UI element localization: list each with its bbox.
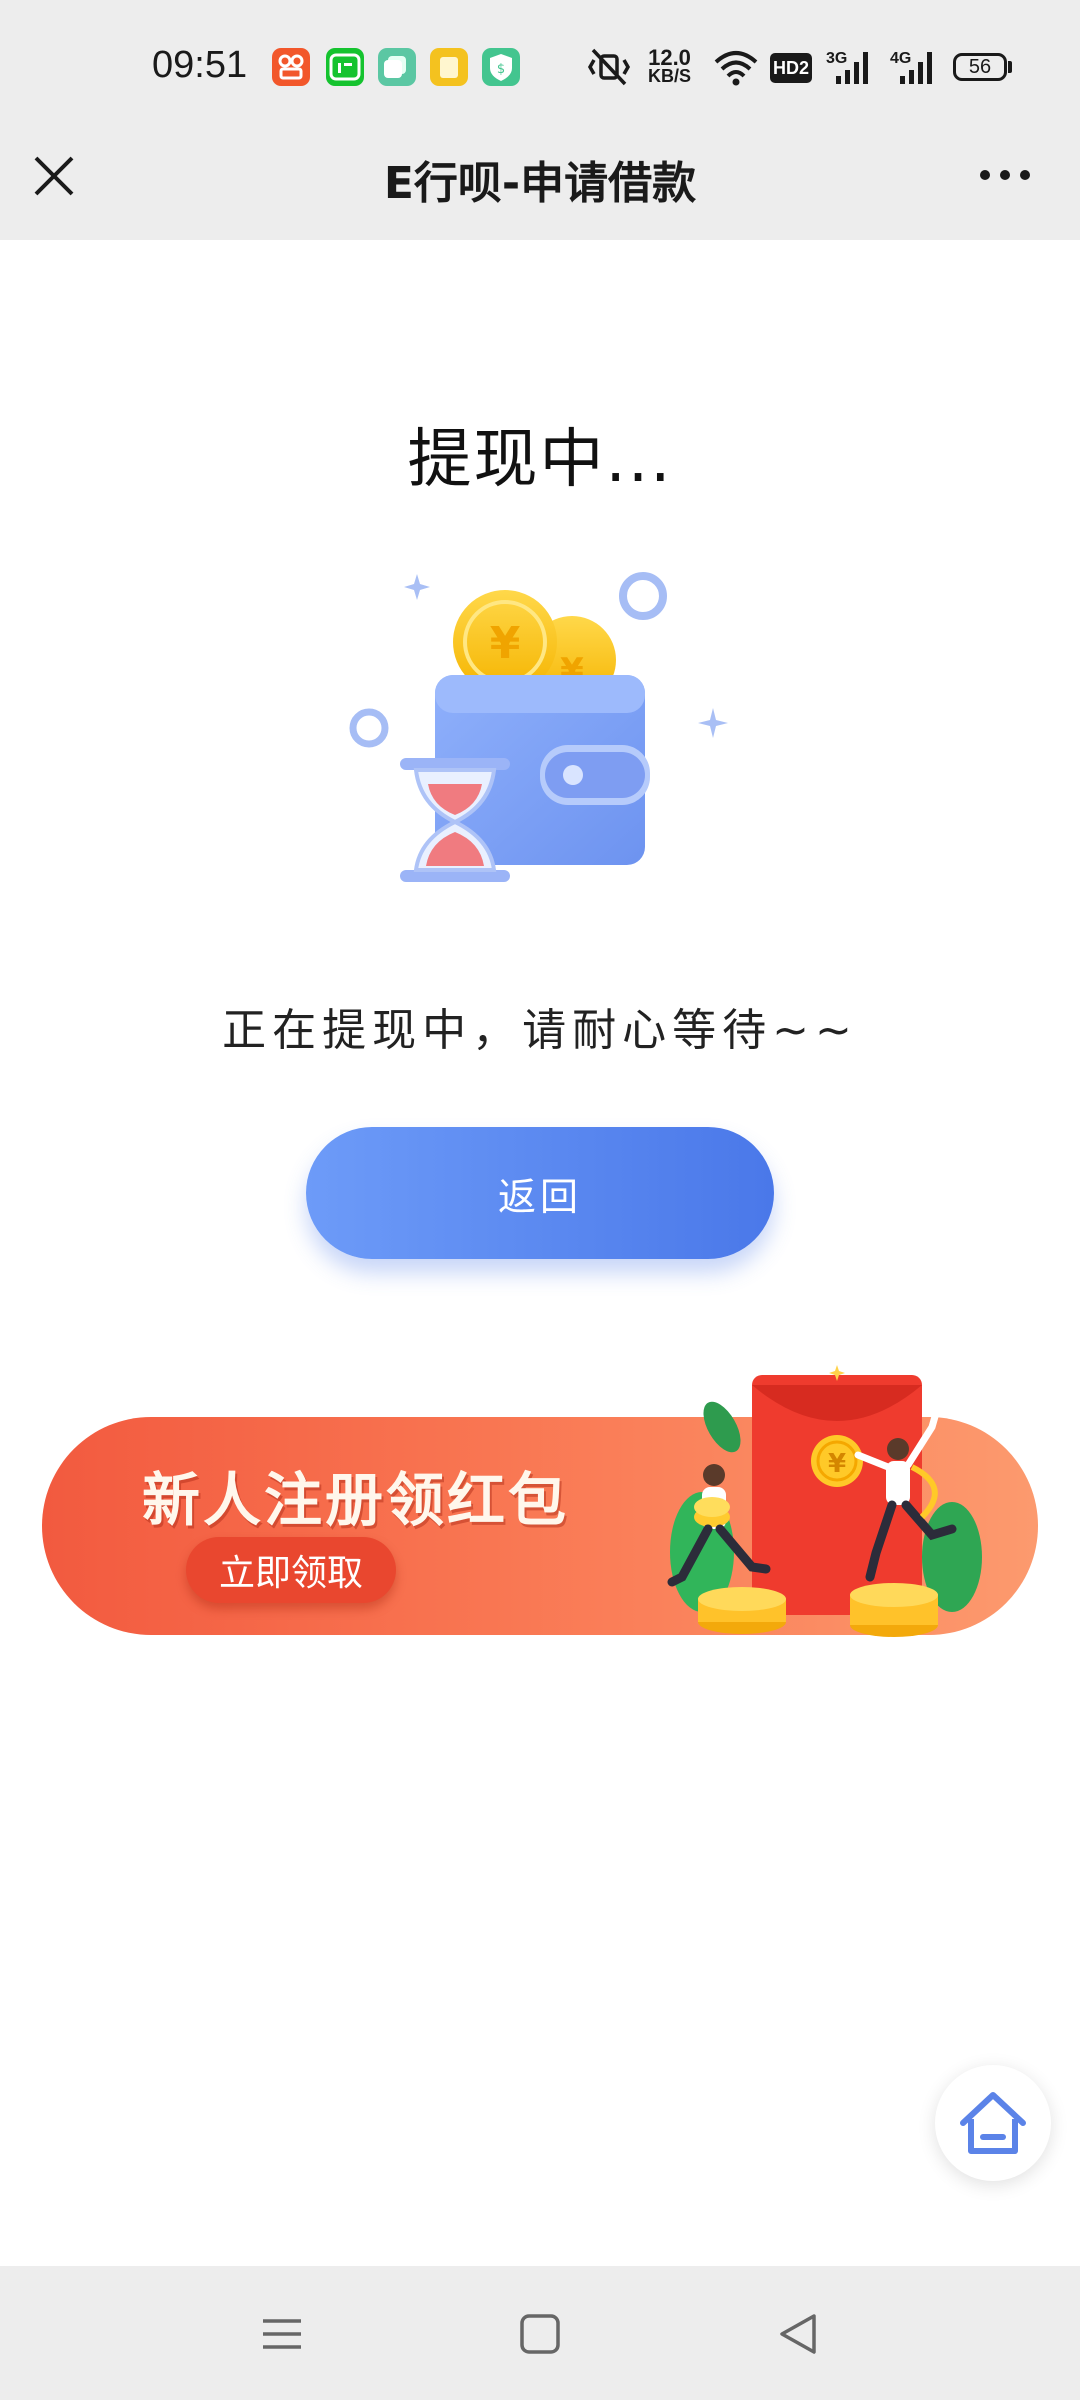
security-app-icon: $: [482, 48, 520, 86]
signal-icon-1: [836, 52, 868, 84]
claim-now-button[interactable]: 立即领取: [186, 1537, 396, 1603]
battery-icon: 56: [953, 53, 1007, 81]
battery-tip: [1008, 61, 1012, 73]
signal-icon-2: [900, 52, 932, 84]
back-button[interactable]: 返回: [306, 1127, 774, 1259]
hd-badge: HD2: [770, 53, 812, 83]
home-button[interactable]: [935, 2065, 1051, 2181]
notes-app-icon: [430, 48, 468, 86]
home-icon: [960, 2092, 1026, 2154]
status-time: 09:51: [152, 44, 248, 86]
withdraw-status-message: 正在提现中，请耐心等待~~: [222, 1005, 858, 1056]
close-icon[interactable]: [28, 150, 80, 202]
vibrate-mute-icon: [587, 48, 631, 86]
wallet-hourglass-illustration: ¥ ¥: [349, 572, 728, 882]
page-title: E行呗-申请借款: [383, 158, 697, 209]
svg-text:$: $: [497, 62, 505, 77]
more-icon[interactable]: [975, 150, 1035, 200]
svg-text:¥: ¥: [828, 1449, 846, 1479]
promo-title: 新人注册领红包: [142, 1466, 570, 1534]
kuaishou-app-icon: [272, 48, 310, 86]
wifi-icon: [714, 51, 758, 86]
promo-banner[interactable]: 新人注册领红包 立即领取 ¥: [42, 1365, 1038, 1637]
svg-text:¥: ¥: [490, 618, 521, 669]
home-square-icon[interactable]: [513, 2307, 567, 2361]
red-envelope-illustration: ¥: [667, 1365, 982, 1637]
net-speed: 12.0 KB/S: [648, 45, 692, 86]
multitask-app-icon: [378, 48, 416, 86]
menu-icon[interactable]: [255, 2307, 309, 2361]
back-triangle-icon[interactable]: [772, 2307, 826, 2361]
withdraw-status-title: 提现中...: [407, 423, 673, 497]
iqiyi-app-icon: [326, 48, 364, 86]
